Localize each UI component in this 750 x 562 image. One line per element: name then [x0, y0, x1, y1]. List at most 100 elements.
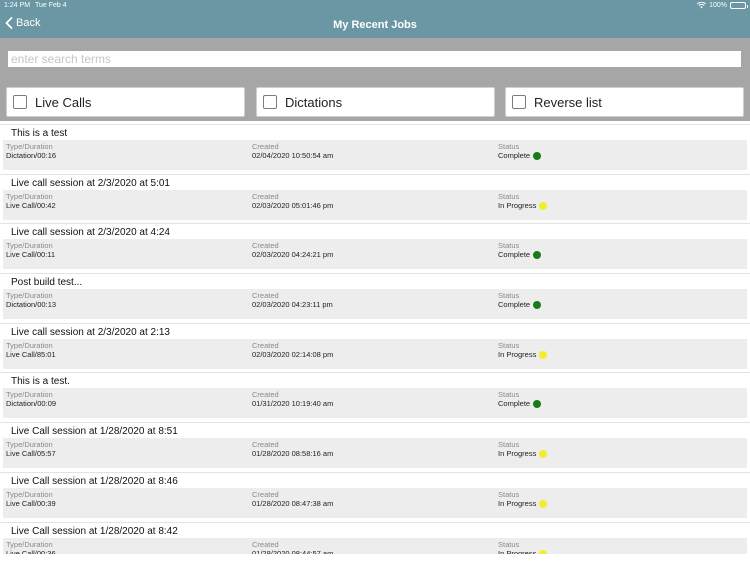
- job-list-item[interactable]: Live call session at 2/3/2020 at 4:24 Ty…: [0, 223, 750, 273]
- type-duration-label: Type/Duration: [6, 539, 53, 549]
- created-column: Created 01/28/2020 08:47:38 am: [252, 490, 333, 509]
- dictations-checkbox[interactable]: Dictations: [256, 87, 495, 117]
- type-duration-value: Live Call/00:42: [6, 200, 56, 210]
- live-calls-checkbox[interactable]: Live Calls: [6, 87, 245, 117]
- type-duration-label: Type/Duration: [6, 340, 53, 350]
- type-duration-label: Type/Duration: [6, 440, 53, 450]
- status-value: In Progress: [498, 349, 548, 360]
- type-duration-value: Live Call/00:39: [6, 498, 56, 508]
- created-value: 01/28/2020 08:58:16 am: [252, 449, 334, 459]
- job-list-item[interactable]: This is a test Type/Duration Dictation/0…: [0, 124, 750, 174]
- status-label: Status: [498, 539, 520, 549]
- job-list-item[interactable]: Post build test... Type/Duration Dictati…: [0, 273, 750, 323]
- job-title: Live Call session at 1/28/2020 at 8:46: [11, 475, 178, 487]
- status-label: Status: [498, 191, 520, 201]
- created-value: 02/03/2020 05:01:46 pm: [252, 200, 334, 210]
- status-bar: 1:24 PM Tue Feb 4 100%: [0, 0, 750, 11]
- job-title: Live Call session at 1/28/2020 at 8:42: [11, 525, 178, 537]
- status-label: Status: [498, 440, 520, 450]
- type-duration-column: Type/Duration Dictation/00:16: [6, 142, 56, 161]
- job-details: Type/Duration Live Call/00:39 Created 01…: [3, 487, 747, 518]
- status-text: In Progress: [498, 449, 537, 459]
- created-label: Created: [252, 191, 279, 201]
- status-label: Status: [498, 142, 520, 151]
- status-value: In Progress: [498, 498, 548, 509]
- status-text: In Progress: [498, 548, 537, 555]
- created-column: Created 02/03/2020 04:23:11 pm: [252, 291, 333, 310]
- status-text: Complete: [498, 151, 531, 160]
- created-value: 02/03/2020 02:14:08 pm: [252, 349, 334, 359]
- checkbox-square: [13, 95, 27, 109]
- filter-panel: Live Calls Dictations Reverse list: [0, 38, 750, 121]
- created-column: Created 02/03/2020 05:01:46 pm: [252, 192, 333, 211]
- job-title: This is a test.: [11, 376, 70, 388]
- created-value: 01/28/2020 08:44:57 am: [252, 548, 334, 555]
- status-dot-icon: [533, 152, 542, 160]
- status-dot-icon: [533, 301, 542, 310]
- job-details: Type/Duration Live Call/05:57 Created 01…: [3, 438, 747, 469]
- job-title: Live Call session at 1/28/2020 at 8:51: [11, 426, 178, 438]
- status-indicators: 100%: [697, 2, 748, 9]
- status-text: In Progress: [498, 349, 537, 359]
- reverse-list-checkbox[interactable]: Reverse list: [505, 87, 744, 117]
- status-text: In Progress: [498, 498, 537, 508]
- wifi-icon: [697, 2, 707, 9]
- status-label: Status: [498, 390, 520, 400]
- status-value: Complete: [498, 250, 542, 260]
- jobs-list[interactable]: This is a test Type/Duration Dictation/0…: [0, 124, 750, 554]
- type-duration-value: Dictation/00:13: [6, 300, 57, 310]
- status-column: Status In Progress: [498, 539, 548, 555]
- status-dot-icon: [539, 350, 548, 359]
- type-duration-label: Type/Duration: [6, 489, 53, 499]
- job-list-item[interactable]: Live Call session at 1/28/2020 at 8:46 T…: [0, 471, 750, 522]
- type-duration-column: Type/Duration Dictation/00:13: [6, 291, 56, 310]
- status-text: In Progress: [498, 200, 537, 210]
- status-dot-icon: [533, 251, 542, 260]
- type-duration-label: Type/Duration: [6, 390, 53, 400]
- created-value: 01/31/2020 10:19:40 am: [252, 399, 334, 409]
- status-column: Status In Progress: [498, 490, 548, 509]
- job-title: This is a test: [11, 128, 68, 139]
- job-list-item[interactable]: This is a test. Type/Duration Dictation/…: [0, 372, 750, 422]
- job-details: Type/Duration Live Call/85:01 Created 02…: [3, 338, 747, 369]
- type-duration-value: Live Call/00:36: [6, 548, 56, 555]
- job-details: Type/Duration Live Call/00:11 Created 02…: [3, 239, 747, 270]
- navigation-bar: 1:24 PM Tue Feb 4 100% Back My Recent Jo…: [0, 0, 750, 38]
- type-duration-column: Type/Duration Live Call/85:01: [6, 341, 56, 360]
- type-duration-label: Type/Duration: [6, 291, 53, 301]
- created-label: Created: [252, 340, 279, 350]
- job-details: Type/Duration Dictation/00:13 Created 02…: [3, 289, 747, 320]
- status-column: Status In Progress: [498, 191, 548, 211]
- status-label: Status: [498, 340, 520, 350]
- status-column: Status Complete: [498, 291, 542, 310]
- created-value: 01/28/2020 08:47:38 am: [252, 498, 334, 508]
- checkbox-label: Live Calls: [35, 94, 92, 110]
- type-duration-value: Dictation/00:16: [6, 151, 57, 160]
- job-list-item[interactable]: Live call session at 2/3/2020 at 2:13 Ty…: [0, 322, 750, 373]
- type-duration-value: Dictation/00:09: [6, 399, 57, 409]
- status-dot-icon: [539, 549, 548, 554]
- status-value: In Progress: [498, 200, 548, 211]
- job-list-item[interactable]: Live Call session at 1/28/2020 at 8:42 T…: [0, 521, 750, 555]
- status-column: Status Complete: [498, 390, 542, 409]
- created-label: Created: [252, 241, 279, 251]
- status-column: Status Complete: [498, 142, 542, 161]
- status-dot-icon: [533, 400, 542, 409]
- status-dot-icon: [539, 499, 548, 508]
- created-label: Created: [252, 539, 279, 549]
- status-text: Complete: [498, 250, 531, 260]
- status-value: Complete: [498, 399, 542, 409]
- job-list-item[interactable]: Live call session at 2/3/2020 at 5:01 Ty…: [0, 173, 750, 224]
- status-date: Tue Feb 4: [35, 2, 67, 9]
- status-time: 1:24 PM: [4, 2, 31, 9]
- created-value: 02/04/2020 10:50:54 am: [252, 151, 334, 160]
- created-column: Created 02/03/2020 02:14:08 pm: [252, 341, 333, 360]
- job-details: Type/Duration Live Call/00:36 Created 01…: [3, 537, 747, 555]
- created-value: 02/03/2020 04:23:11 pm: [252, 300, 333, 310]
- search-input[interactable]: [8, 51, 741, 67]
- created-value: 02/03/2020 04:24:21 pm: [252, 250, 334, 260]
- job-list-item[interactable]: Live Call session at 1/28/2020 at 8:51 T…: [0, 422, 750, 472]
- status-value: In Progress: [498, 449, 548, 459]
- created-label: Created: [252, 142, 279, 151]
- checkbox-square: [263, 95, 277, 109]
